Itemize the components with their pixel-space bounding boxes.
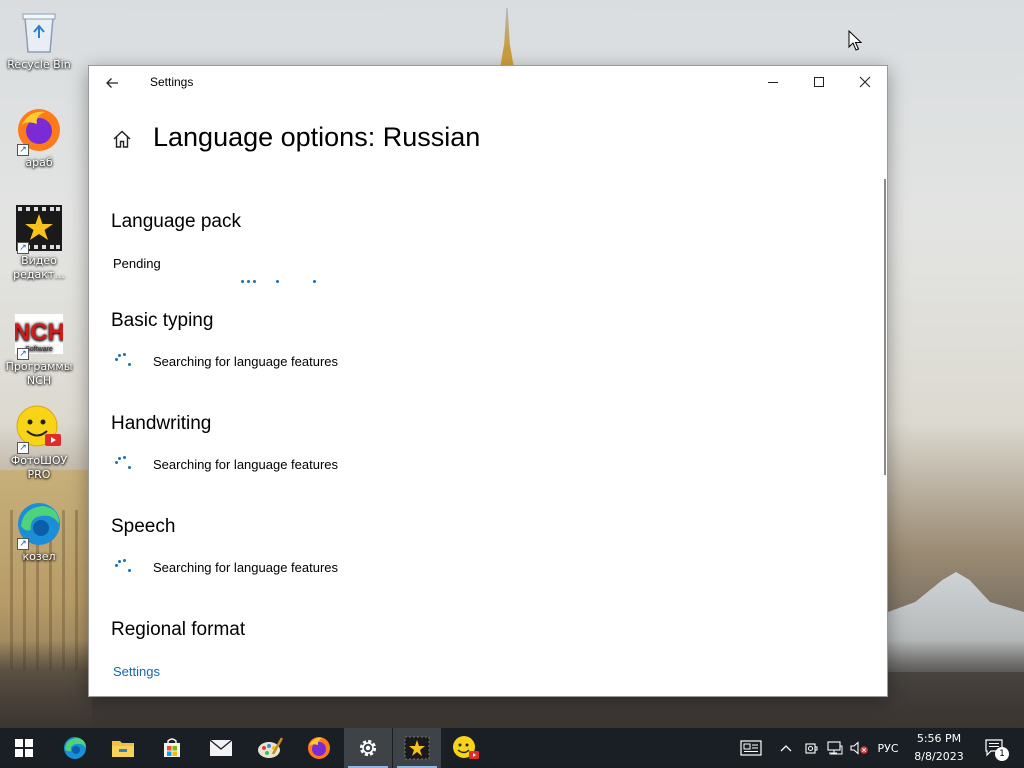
desktop-icon-label: козел bbox=[22, 550, 56, 563]
volume-button[interactable] bbox=[848, 728, 870, 768]
settings-window: Settings Language options: Russian Langu… bbox=[88, 65, 888, 697]
desktop-icon-nch-software[interactable]: NCH Software ↗ Программы NCH bbox=[2, 310, 76, 388]
desktop-icon-photoshow-pro[interactable]: ↗ ФотоШОУ PRO bbox=[2, 404, 76, 482]
start-button[interactable] bbox=[0, 728, 48, 768]
desktop-icon-label: Recycle Bin bbox=[7, 58, 71, 71]
taskbar-store[interactable] bbox=[148, 728, 196, 768]
shortcut-arrow-icon: ↗ bbox=[17, 538, 29, 550]
volume-muted-icon bbox=[850, 741, 868, 755]
handwriting-status-text: Searching for language features bbox=[153, 457, 339, 472]
clock-date: 8/8/2023 bbox=[914, 750, 964, 763]
paint-icon bbox=[258, 737, 283, 758]
desktop-icon-video-editor[interactable]: ↗ Видео редакт... bbox=[2, 204, 76, 282]
taskbar-paint[interactable] bbox=[246, 728, 294, 768]
news-icon bbox=[740, 740, 762, 756]
nch-logo-subtext: Software bbox=[25, 346, 53, 353]
home-icon bbox=[113, 130, 131, 148]
notification-count-badge: 1 bbox=[995, 747, 1009, 761]
shortcut-arrow-icon: ↗ bbox=[17, 442, 29, 454]
back-arrow-icon bbox=[106, 78, 118, 88]
desktop-icon-label: ФотоШОУ PRO bbox=[10, 454, 68, 481]
desktop-icon-firefox[interactable]: ↗ араб bbox=[2, 106, 76, 170]
taskbar-mail[interactable] bbox=[197, 728, 245, 768]
nch-software-icon: NCH Software ↗ bbox=[15, 310, 63, 360]
shortcut-arrow-icon: ↗ bbox=[17, 348, 29, 360]
mouse-cursor-icon bbox=[848, 30, 862, 51]
firefox-icon bbox=[308, 737, 330, 759]
basic-typing-heading: Basic typing bbox=[111, 310, 214, 331]
regional-format-settings-link[interactable]: Settings bbox=[113, 664, 160, 679]
basic-typing-status-text: Searching for language features bbox=[153, 354, 339, 369]
shortcut-arrow-icon: ↗ bbox=[17, 242, 29, 254]
taskbar-photoshow-pro[interactable] bbox=[442, 728, 490, 768]
clock-time: 5:56 PM bbox=[916, 732, 962, 745]
desktop-icon-edge[interactable]: ↗ козел bbox=[2, 500, 76, 564]
close-button[interactable] bbox=[842, 66, 888, 98]
show-hidden-icons-button[interactable] bbox=[776, 728, 796, 768]
settings-icon bbox=[359, 739, 377, 757]
file-explorer-icon bbox=[112, 741, 134, 757]
app-title: Settings bbox=[150, 75, 194, 89]
home-button[interactable] bbox=[111, 128, 133, 150]
tray-device-button[interactable] bbox=[801, 728, 821, 768]
edge-icon bbox=[64, 737, 86, 759]
loading-spinner-icon bbox=[113, 558, 133, 576]
action-center-button[interactable]: 1 bbox=[980, 728, 1010, 768]
taskbar: РУС 5:56 PM 8/8/2023 1 bbox=[0, 728, 1024, 768]
photoshow-pro-icon: ↗ bbox=[15, 404, 63, 454]
title-bar[interactable]: Settings bbox=[89, 66, 887, 98]
basic-typing-status: Searching for language features bbox=[113, 351, 513, 371]
loading-spinner-icon bbox=[113, 352, 133, 370]
news-widget-button[interactable] bbox=[737, 728, 765, 768]
taskbar-video-editor[interactable] bbox=[393, 728, 441, 768]
desktop-icon-label: араб bbox=[25, 156, 53, 169]
maximize-button[interactable] bbox=[796, 66, 842, 98]
speech-heading: Speech bbox=[111, 516, 176, 537]
language-pack-heading: Language pack bbox=[111, 211, 241, 232]
input-language-button[interactable]: РУС bbox=[872, 728, 904, 768]
desktop-icon-label: Видео редакт... bbox=[13, 254, 65, 281]
firefox-icon: ↗ bbox=[15, 106, 63, 156]
maximize-icon bbox=[814, 77, 824, 87]
photoshow-pro-icon bbox=[453, 736, 479, 759]
handwriting-heading: Handwriting bbox=[111, 413, 212, 434]
minimize-icon bbox=[768, 82, 778, 83]
taskbar-settings[interactable] bbox=[344, 728, 392, 768]
taskbar-edge[interactable] bbox=[51, 728, 99, 768]
taskbar-file-explorer[interactable] bbox=[99, 728, 147, 768]
language-pack-status: Pending bbox=[113, 256, 161, 271]
page-title: Language options: Russian bbox=[153, 122, 481, 152]
download-progress-indicator bbox=[241, 279, 331, 285]
clock[interactable]: 5:56 PM 8/8/2023 bbox=[908, 730, 970, 766]
minimize-button[interactable] bbox=[750, 66, 796, 98]
scrollbar[interactable] bbox=[884, 179, 886, 475]
start-icon bbox=[15, 739, 33, 757]
mail-icon bbox=[209, 739, 233, 756]
regional-format-heading: Regional format bbox=[111, 619, 246, 640]
svg-text:NCH: NCH bbox=[15, 319, 63, 346]
device-icon bbox=[805, 743, 818, 754]
store-icon bbox=[164, 738, 180, 757]
speech-status: Searching for language features bbox=[113, 557, 513, 577]
back-button[interactable] bbox=[101, 72, 123, 94]
handwriting-status: Searching for language features bbox=[113, 454, 513, 474]
video-editor-icon: ↗ bbox=[15, 204, 63, 254]
wallpaper-spire bbox=[500, 8, 514, 68]
video-editor-icon bbox=[404, 736, 430, 760]
edge-icon: ↗ bbox=[15, 500, 63, 550]
speech-status-text: Searching for language features bbox=[153, 560, 339, 575]
shortcut-arrow-icon: ↗ bbox=[17, 144, 29, 156]
network-icon bbox=[827, 741, 843, 755]
chevron-up-icon bbox=[780, 745, 792, 752]
desktop-icon-recycle-bin[interactable]: Recycle Bin bbox=[2, 8, 76, 72]
network-button[interactable] bbox=[824, 728, 846, 768]
recycle-bin-icon bbox=[15, 8, 63, 56]
desktop-icon-label: Программы NCH bbox=[5, 360, 73, 387]
taskbar-firefox[interactable] bbox=[295, 728, 343, 768]
close-icon bbox=[859, 76, 871, 88]
loading-spinner-icon bbox=[113, 455, 133, 473]
